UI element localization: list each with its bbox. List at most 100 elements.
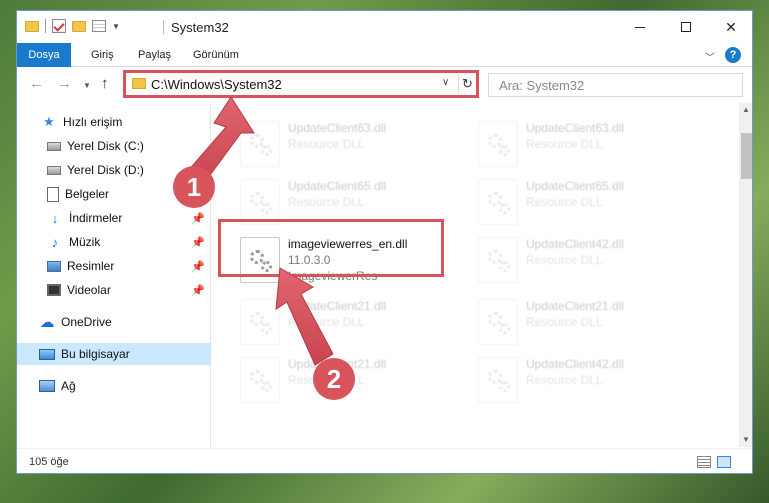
- file-name: UpdateClient21.dll: [526, 299, 625, 313]
- sidebar-item-label: Belgeler: [65, 187, 110, 201]
- tab-view[interactable]: Görünüm: [193, 43, 239, 67]
- dll-file-icon: [478, 121, 518, 167]
- minimize-button[interactable]: [617, 11, 663, 43]
- sidebar-item-label: Hızlı erişim: [63, 115, 123, 129]
- pin-icon[interactable]: 📌: [191, 212, 205, 225]
- drive-icon: [47, 165, 61, 175]
- network-icon: [39, 380, 55, 392]
- title-bar: ▼ System32 ✕: [17, 11, 752, 43]
- file-tile[interactable]: UpdateClient63.dll Resource DLL: [478, 117, 698, 173]
- file-type: Resource DLL: [526, 195, 603, 209]
- new-folder-icon[interactable]: [72, 20, 86, 32]
- sidebar-item-label: Bu bilgisayar: [61, 347, 130, 361]
- file-name: UpdateClient21.dll: [288, 299, 387, 313]
- back-arrow-icon[interactable]: ←: [29, 75, 44, 92]
- file-tile[interactable]: UpdateClient21.dll Resource DLL: [240, 295, 460, 351]
- scroll-thumb[interactable]: [741, 133, 752, 179]
- file-tile[interactable]: UpdateClient65.dll Resource DLL: [478, 175, 698, 231]
- minimize-icon: [635, 26, 645, 28]
- pin-icon[interactable]: 📌: [191, 260, 205, 273]
- dll-file-icon: [240, 121, 280, 167]
- search-input[interactable]: Ara: System32: [488, 73, 743, 97]
- sidebar-item-label: Yerel Disk (C:): [67, 139, 144, 153]
- video-icon: [47, 284, 61, 296]
- sidebar-item-music[interactable]: ♪ Müzik 📌: [17, 231, 211, 253]
- recent-locations-icon[interactable]: ▼: [83, 81, 91, 90]
- file-highlight-box: [218, 219, 444, 277]
- file-type: Resource DLL: [288, 195, 365, 209]
- dll-file-icon: [478, 299, 518, 345]
- tab-file[interactable]: Dosya: [17, 43, 71, 67]
- sidebar-item-label: Müzik: [69, 235, 101, 249]
- sidebar-item-label: İndirmeler: [69, 211, 123, 225]
- file-type: Resource DLL: [288, 137, 365, 151]
- file-name: UpdateClient42.dll: [526, 237, 625, 251]
- scroll-down-icon[interactable]: ▼: [742, 435, 750, 444]
- tiles-view-icon[interactable]: [717, 456, 731, 468]
- file-type: Resource DLL: [526, 373, 603, 387]
- cloud-icon: ☁: [39, 314, 55, 331]
- star-icon: ★: [43, 114, 55, 129]
- sidebar-item-label: Yerel Disk (D:): [67, 163, 144, 177]
- sidebar-item-local-disk-c[interactable]: Yerel Disk (C:): [17, 135, 211, 157]
- quick-access-toolbar: ▼: [25, 19, 120, 33]
- sidebar-item-videos[interactable]: Videolar 📌: [17, 279, 211, 301]
- title-separator: [163, 20, 164, 34]
- chevron-down-icon[interactable]: ▼: [112, 22, 120, 31]
- scroll-up-icon[interactable]: ▲: [742, 105, 750, 114]
- sidebar-item-onedrive[interactable]: ☁ OneDrive: [17, 311, 211, 333]
- file-type: Resource DLL: [526, 137, 603, 151]
- file-tile[interactable]: UpdateClient42.dll Resource DLL: [478, 353, 698, 409]
- file-tile[interactable]: UpdateClient21.dll Resource DLL: [478, 295, 698, 351]
- up-arrow-icon[interactable]: ↑: [101, 75, 109, 92]
- file-name: UpdateClient42.dll: [526, 357, 625, 371]
- item-count: 105 öğe: [29, 456, 69, 468]
- file-type: Resource DLL: [288, 315, 365, 329]
- file-tile[interactable]: UpdateClient63.dll Resource DLL: [240, 117, 460, 173]
- sidebar-item-network[interactable]: Ağ: [17, 375, 211, 397]
- file-name: UpdateClient63.dll: [526, 121, 625, 135]
- customize-icon[interactable]: [92, 20, 106, 32]
- navigation-bar: ← → ▼ ↑ C:\Windows\System32 ∨ ↻ Ara: Sys…: [17, 68, 752, 102]
- sidebar-item-label: Ağ: [61, 379, 76, 393]
- file-tile[interactable]: UpdateClient42.dll Resource DLL: [478, 233, 698, 289]
- properties-check-icon[interactable]: [52, 19, 66, 33]
- document-icon: [47, 186, 59, 202]
- pin-icon[interactable]: 📌: [191, 284, 205, 297]
- details-view-icon[interactable]: [697, 456, 711, 468]
- search-placeholder: Ara: System32: [499, 78, 585, 93]
- sidebar-item-label: Videolar: [67, 283, 111, 297]
- dll-file-icon: [240, 299, 280, 345]
- ribbon-tabs: Dosya Giriş Paylaş Görünüm ﹀ ?: [17, 43, 752, 67]
- maximize-button[interactable]: [663, 11, 709, 43]
- dll-file-icon: [478, 179, 518, 225]
- expand-ribbon-icon[interactable]: ﹀: [705, 49, 715, 64]
- sidebar-item-label: Resimler: [67, 259, 115, 273]
- tab-home[interactable]: Giriş: [91, 43, 114, 67]
- sidebar-item-quick-access[interactable]: ★ Hızlı erişim: [17, 111, 211, 133]
- sidebar-item-this-pc[interactable]: Bu bilgisayar: [17, 343, 211, 365]
- help-icon[interactable]: ?: [725, 47, 741, 63]
- vertical-scrollbar[interactable]: ▲ ▼: [739, 103, 752, 447]
- forward-arrow-icon[interactable]: →: [57, 75, 72, 92]
- navigation-pane: ★ Hızlı erişim Yerel Disk (C:) Yerel Dis…: [17, 103, 211, 447]
- step-badge-1: 1: [173, 166, 215, 208]
- computer-icon: [39, 348, 55, 360]
- music-icon: ♪: [51, 234, 59, 250]
- close-button[interactable]: ✕: [708, 11, 752, 43]
- separator: [45, 19, 46, 33]
- sidebar-item-label: OneDrive: [61, 315, 112, 329]
- tab-share[interactable]: Paylaş: [138, 43, 171, 67]
- file-type: Resource DLL: [526, 315, 603, 329]
- dll-file-icon: [240, 357, 280, 403]
- dll-file-icon: [478, 237, 518, 283]
- sidebar-item-pictures[interactable]: Resimler 📌: [17, 255, 211, 277]
- file-name: UpdateClient65.dll: [288, 179, 387, 193]
- file-name: UpdateClient63.dll: [288, 121, 387, 135]
- maximize-icon: [681, 22, 691, 32]
- pin-icon[interactable]: 📌: [191, 236, 205, 249]
- folder-icon[interactable]: [25, 20, 39, 32]
- window-title: System32: [171, 20, 229, 35]
- download-icon: ↓: [51, 210, 59, 226]
- sidebar-item-downloads[interactable]: ↓ İndirmeler 📌: [17, 207, 211, 229]
